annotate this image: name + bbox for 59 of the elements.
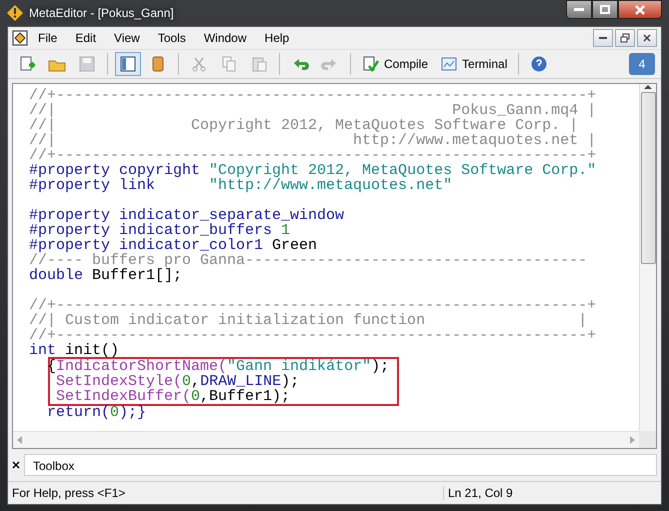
vertical-scrollbar[interactable] — [639, 84, 656, 431]
code-line: SetIndexBuffer(0,Buffer1); — [55, 389, 290, 404]
code-line: //| Custom indicator initialization function | — [29, 313, 588, 328]
code-line: //| Pokus_Gann.mq4 | — [29, 103, 598, 118]
code-line: //+-----------------------------------------------------------+ — [29, 298, 598, 313]
chat-badge[interactable]: 4 — [629, 53, 655, 75]
code-line: int init() — [29, 343, 120, 358]
menu-item[interactable]: Tools — [150, 29, 194, 47]
maximize-button[interactable] — [592, 0, 618, 19]
menu-item[interactable]: Help — [256, 29, 298, 47]
copy-icon — [220, 55, 238, 73]
window-title: MetaEditor - [Pokus_Gann] — [29, 6, 174, 20]
code-line: #property copyright "Copyright 2012, MetaQuotes Software Corp." — [29, 163, 598, 178]
chart-window-icon — [440, 55, 458, 73]
code-line: //---- buffers pro Ganna-------------------------------------- — [29, 253, 588, 268]
minimize-icon — [599, 36, 607, 40]
code-line: double Buffer1[]; — [29, 268, 182, 283]
panel-icon — [119, 55, 137, 73]
toolbar-button[interactable]: Compile — [358, 52, 432, 76]
code-line: SetIndexStyle(0,DRAW_LINE); — [55, 374, 300, 389]
close-icon — [635, 4, 645, 14]
checked-document-icon — [362, 55, 380, 73]
clipboard-icon — [250, 55, 268, 73]
menu-item[interactable]: File — [30, 29, 66, 47]
minimize-button[interactable] — [566, 0, 592, 19]
menu-item[interactable]: Edit — [67, 29, 104, 47]
code-line: //| http://www.metaquotes.net | — [29, 133, 598, 148]
code-line: //+-----------------------------------------------------------+ — [29, 148, 598, 163]
status-help-text: For Help, press <F1> — [11, 486, 126, 500]
minimize-button[interactable] — [593, 29, 613, 47]
code-line: return(0);} — [46, 405, 148, 420]
close-icon — [643, 34, 651, 42]
code-line: //+-----------------------------------------------------------+ — [29, 88, 598, 103]
menu-item[interactable]: Window — [196, 29, 255, 47]
maximize-icon — [600, 5, 610, 14]
toolbox-title: Toolbox — [24, 454, 657, 476]
close-icon[interactable] — [12, 461, 20, 469]
code-line: #property indicator_separate_window — [29, 208, 346, 223]
cursor-position: Ln 21, Col 9 — [443, 486, 562, 500]
close-button[interactable] — [637, 29, 657, 47]
restore-button[interactable] — [615, 29, 635, 47]
new-file-icon — [18, 55, 36, 73]
scroll-up-arrow-icon[interactable] — [644, 84, 652, 90]
code-line: //| Copyright 2012, MetaQuotes Software Corp. | — [29, 118, 580, 133]
code-line: #property link "http://www.metaquotes.net" — [29, 178, 454, 193]
code-line: #property indicator_color1 Green — [29, 238, 318, 253]
code-line: //+-----------------------------------------------------------+ — [29, 328, 598, 343]
code-line: #property indicator_buffers 1 — [29, 223, 290, 238]
menu-item[interactable]: View — [106, 29, 148, 47]
help-icon — [530, 55, 548, 73]
toolbar-icon-button[interactable] — [115, 52, 141, 76]
document-icon — [12, 30, 28, 46]
app-logo-icon — [7, 5, 23, 21]
scissors-icon — [190, 55, 208, 73]
scrollbar-corner — [639, 431, 656, 448]
restore-icon — [620, 33, 630, 43]
toolbar-button[interactable]: Terminal — [436, 52, 512, 76]
close-button[interactable] — [618, 0, 662, 19]
minimize-icon — [574, 8, 584, 12]
